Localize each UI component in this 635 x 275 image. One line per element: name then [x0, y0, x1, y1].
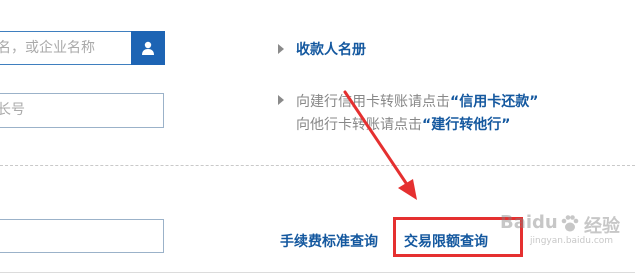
watermark-brand: Baidu [500, 212, 558, 233]
baidu-watermark: Baidu 经验 jingyan.baidu.com [500, 210, 632, 252]
paw-icon [561, 215, 579, 232]
watermark-chinese: 经验 [584, 216, 620, 237]
watermark-url: jingyan.baidu.com [530, 236, 614, 246]
